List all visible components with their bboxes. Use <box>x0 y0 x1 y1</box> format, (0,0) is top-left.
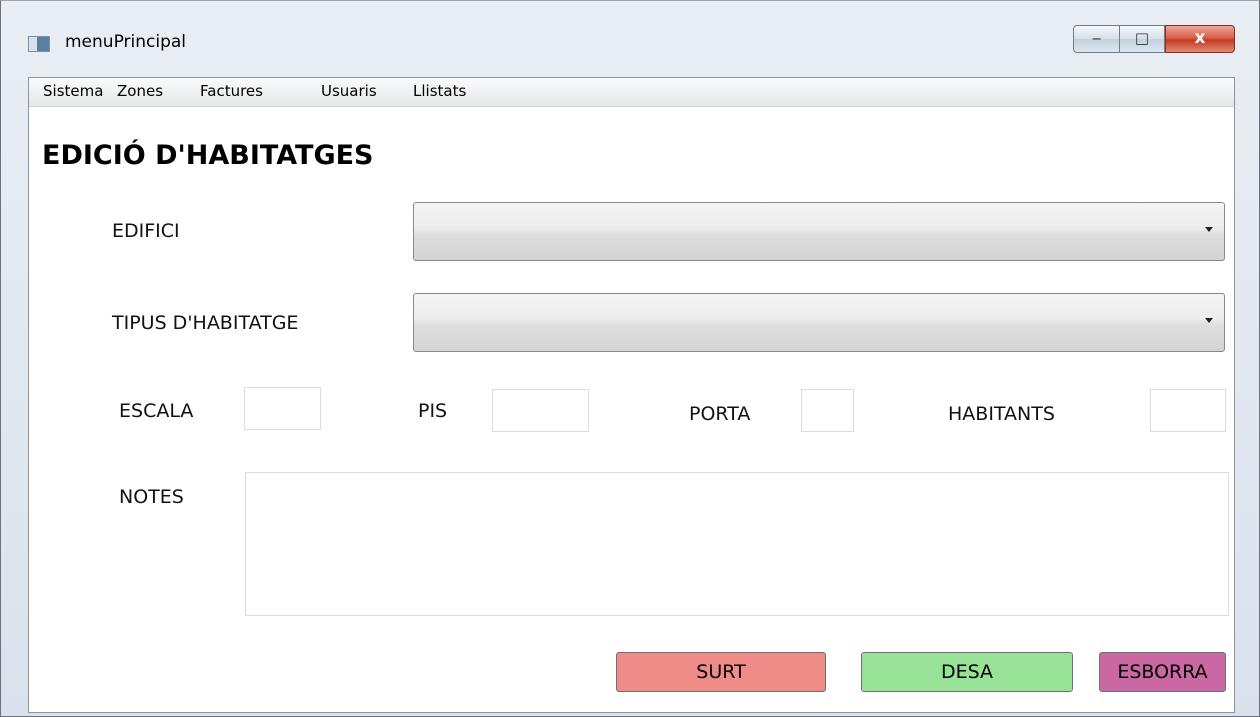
pis-input[interactable] <box>492 389 589 432</box>
menu-item-usuaris[interactable]: Usuaris <box>321 82 377 100</box>
notes-label: NOTES <box>119 486 184 508</box>
client-area: Sistema Zones Factures Usuaris Llistats … <box>28 77 1235 713</box>
pis-label: PIS <box>418 400 448 422</box>
minimize-icon: ‒ <box>1091 29 1102 47</box>
habitants-label: HABITANTS <box>948 403 1055 425</box>
chevron-down-icon <box>1205 227 1213 232</box>
surt-button[interactable]: SURT <box>616 652 826 692</box>
window-title: menuPrincipal <box>65 32 187 52</box>
escala-label: ESCALA <box>119 400 194 422</box>
menu-bar: Sistema Zones Factures Usuaris Llistats <box>29 78 1234 107</box>
chevron-down-icon <box>1205 318 1213 323</box>
app-window: menuPrincipal ‒ □ x Sistema Zones Factur… <box>0 0 1260 717</box>
desa-button[interactable]: DESA <box>861 652 1073 692</box>
menu-item-llistats[interactable]: Llistats <box>413 82 466 100</box>
menu-item-factures[interactable]: Factures <box>200 82 263 100</box>
habitants-input[interactable] <box>1150 389 1226 432</box>
page-title: EDICIÓ D'HABITATGES <box>42 140 374 171</box>
menu-item-zones[interactable]: Zones <box>117 82 163 100</box>
porta-input[interactable] <box>801 389 854 432</box>
escala-input[interactable] <box>244 387 321 430</box>
edifici-label: EDIFICI <box>112 220 180 242</box>
tipus-habitatge-combobox[interactable] <box>413 293 1225 352</box>
edifici-combobox[interactable] <box>413 202 1225 261</box>
porta-label: PORTA <box>689 403 751 425</box>
title-bar[interactable]: menuPrincipal ‒ □ x <box>1 1 1259 65</box>
notes-textarea[interactable] <box>245 472 1229 616</box>
tipus-habitatge-label: TIPUS D'HABITATGE <box>112 312 299 334</box>
close-icon: x <box>1194 28 1206 48</box>
maximize-icon: □ <box>1134 29 1150 47</box>
minimize-button[interactable]: ‒ <box>1073 25 1119 53</box>
menu-item-sistema[interactable]: Sistema <box>43 82 103 100</box>
maximize-button[interactable]: □ <box>1119 25 1165 53</box>
esborra-button[interactable]: ESBORRA <box>1099 652 1226 692</box>
close-button[interactable]: x <box>1165 25 1235 53</box>
app-icon[interactable] <box>28 36 50 52</box>
